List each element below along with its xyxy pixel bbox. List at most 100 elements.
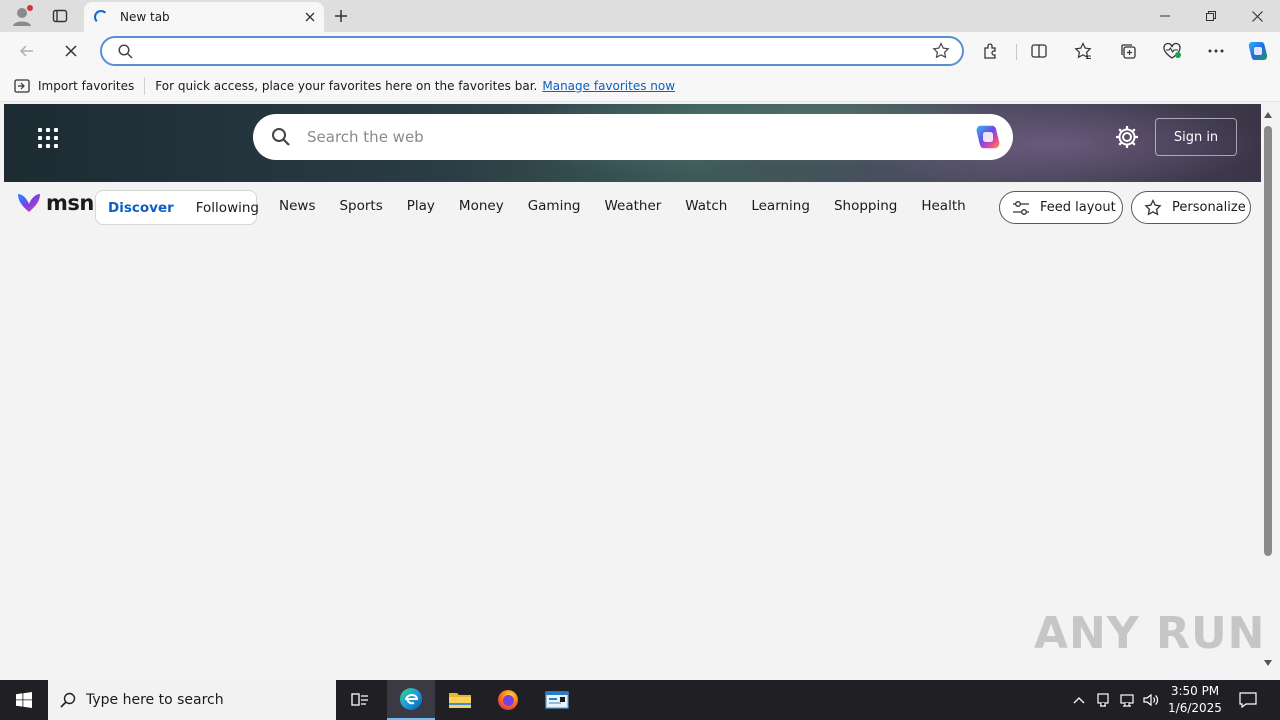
import-favorites-label: Import favorites: [38, 78, 135, 93]
show-hidden-icons-button[interactable]: [1068, 680, 1090, 720]
hero-banner: Sign in: [4, 104, 1261, 182]
category-watch[interactable]: Watch: [685, 198, 727, 214]
feed-layout-button[interactable]: Feed layout: [999, 191, 1123, 224]
web-search-box[interactable]: [253, 114, 1013, 160]
app-window-icon: [545, 691, 569, 709]
category-news[interactable]: News: [279, 198, 315, 214]
copilot-button[interactable]: [1242, 36, 1274, 66]
profile-button[interactable]: [6, 0, 38, 32]
browser-essentials-button[interactable]: [1156, 36, 1188, 66]
tray-device-button[interactable]: [1092, 680, 1114, 720]
tab-title: New tab: [120, 10, 170, 24]
page-settings-button[interactable]: [1114, 124, 1140, 150]
grid-dot-icon: [46, 144, 50, 148]
category-learning[interactable]: Learning: [751, 198, 810, 214]
browser-titlebar: New tab: [0, 0, 1280, 32]
restore-button[interactable]: [1188, 0, 1234, 32]
msn-new-tab-page: Sign in msn Discover Following News Spor…: [4, 104, 1261, 676]
sliders-icon: [1013, 200, 1029, 215]
loading-spinner-icon: [94, 10, 108, 24]
stop-loading-button[interactable]: [56, 36, 86, 66]
tab-actions-icon: [52, 9, 68, 23]
grid-dot-icon: [46, 136, 50, 140]
scrollbar-thumb[interactable]: [1264, 126, 1272, 556]
category-sports[interactable]: Sports: [339, 198, 382, 214]
windows-logo-icon: [16, 692, 32, 708]
taskbar-file-explorer[interactable]: [436, 680, 484, 720]
back-button[interactable]: [12, 36, 42, 66]
address-bar[interactable]: [100, 36, 964, 66]
split-screen-icon: [1031, 44, 1047, 58]
browser-toolbar: [0, 32, 1280, 70]
restore-icon: [1206, 11, 1216, 21]
grid-dot-icon: [38, 144, 42, 148]
minimize-button[interactable]: [1142, 0, 1188, 32]
task-view-button[interactable]: [336, 680, 384, 720]
add-favorite-button[interactable]: [926, 42, 956, 60]
profile-icon: [13, 5, 33, 26]
copilot-icon: [976, 125, 1000, 149]
favorites-star-icon: [1074, 42, 1092, 60]
settings-more-button[interactable]: [1200, 36, 1232, 66]
msn-logo[interactable]: msn: [16, 191, 94, 215]
tray-network-button[interactable]: [1116, 680, 1138, 720]
copilot-search-button[interactable]: [971, 120, 1005, 154]
collections-button[interactable]: [1112, 36, 1144, 66]
tray-volume-button[interactable]: [1140, 680, 1162, 720]
start-button[interactable]: [0, 680, 48, 720]
arrow-left-icon: [19, 45, 33, 57]
split-screen-button[interactable]: [1023, 36, 1055, 66]
action-center-button[interactable]: [1232, 680, 1264, 720]
taskbar-search[interactable]: Type here to search: [48, 680, 336, 720]
scroll-down-button[interactable]: [1263, 658, 1273, 668]
web-search-input[interactable]: [307, 128, 971, 146]
new-tab-button[interactable]: [326, 0, 356, 32]
category-shopping[interactable]: Shopping: [834, 198, 897, 214]
category-money[interactable]: Money: [459, 198, 504, 214]
tab-following[interactable]: Following: [196, 200, 259, 216]
more-horizontal-icon: [1208, 49, 1224, 53]
import-favorites-button[interactable]: Import favorites: [0, 79, 134, 93]
page-scrollbar[interactable]: [1261, 104, 1275, 676]
chevron-up-icon: [1073, 697, 1085, 704]
taskbar-firefox[interactable]: [484, 680, 532, 720]
favorites-bar-message: For quick access, place your favorites h…: [155, 78, 538, 93]
folder-icon: [449, 693, 471, 708]
edge-icon: [400, 688, 422, 710]
msn-logo-text: msn: [46, 191, 94, 215]
taskbar-clock[interactable]: 3:50 PM 1/6/2025: [1168, 683, 1222, 717]
taskbar-app-window[interactable]: [533, 680, 581, 720]
search-icon: [118, 43, 133, 59]
feed-layout-label: Feed layout: [1040, 200, 1116, 215]
tab-new-tab[interactable]: New tab: [84, 2, 324, 32]
taskbar-edge[interactable]: [387, 680, 435, 720]
firefox-icon: [498, 690, 518, 710]
heart-pulse-icon: [1163, 42, 1181, 59]
address-input[interactable]: [141, 39, 926, 63]
personalize-label: Personalize: [1172, 200, 1246, 215]
category-nav: News Sports Play Money Gaming Weather Wa…: [279, 198, 990, 214]
tab-discover[interactable]: Discover: [108, 200, 174, 216]
sign-in-button[interactable]: Sign in: [1155, 118, 1237, 156]
search-icon: [272, 128, 290, 146]
extensions-button[interactable]: [975, 36, 1007, 66]
close-window-button[interactable]: [1234, 0, 1280, 32]
grid-dot-icon: [54, 144, 58, 148]
minimize-icon: [1160, 15, 1170, 17]
manage-favorites-link[interactable]: Manage favorites now: [542, 79, 675, 93]
category-gaming[interactable]: Gaming: [528, 198, 581, 214]
scroll-up-button[interactable]: [1263, 110, 1273, 120]
plus-icon: [335, 10, 347, 22]
category-health[interactable]: Health: [921, 198, 965, 214]
toolbar-divider: [1016, 44, 1017, 60]
category-play[interactable]: Play: [407, 198, 435, 214]
caret-down-icon: [1264, 660, 1272, 666]
app-launcher-button[interactable]: [38, 128, 58, 148]
tab-close-button[interactable]: [296, 3, 324, 31]
personalize-button[interactable]: Personalize: [1131, 191, 1251, 224]
sparkle-star-icon: [1144, 198, 1162, 216]
tab-actions-button[interactable]: [44, 0, 76, 32]
favorites-button[interactable]: [1067, 36, 1099, 66]
grid-dot-icon: [54, 136, 58, 140]
category-weather[interactable]: Weather: [604, 198, 661, 214]
